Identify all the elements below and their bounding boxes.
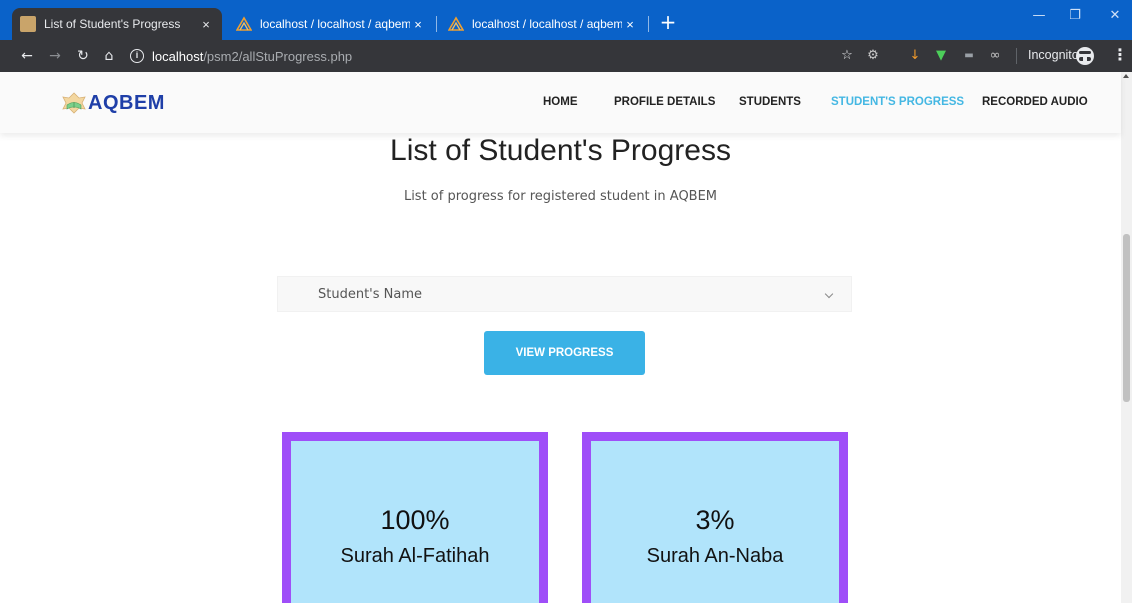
incognito-icon[interactable] bbox=[1076, 47, 1094, 65]
browser-tab[interactable]: localhost / localhost / aqbem / st × bbox=[440, 8, 646, 40]
nav-profile-details[interactable]: PROFILE DETAILS bbox=[614, 96, 715, 108]
progress-card: 3% Surah An-Naba bbox=[582, 432, 848, 603]
nav-recorded-audio[interactable]: RECORDED AUDIO bbox=[982, 96, 1088, 108]
student-name-select[interactable]: Student's Name bbox=[277, 276, 852, 312]
progress-percent: 100% bbox=[380, 505, 450, 535]
toolbar-divider bbox=[1016, 48, 1017, 64]
select-value: Student's Name bbox=[318, 286, 423, 302]
view-progress-button[interactable]: VIEW PROGRESS bbox=[484, 331, 645, 375]
nav-students[interactable]: STUDENTS bbox=[739, 96, 801, 108]
reload-icon[interactable]: ↻ bbox=[74, 47, 92, 65]
page-scrollbar[interactable] bbox=[1121, 72, 1132, 603]
new-tab-button[interactable]: + bbox=[656, 10, 680, 34]
close-tab-icon[interactable]: × bbox=[198, 17, 214, 32]
window-close-icon[interactable]: ✕ bbox=[1100, 8, 1130, 23]
extension-icon[interactable]: ⚙ bbox=[864, 47, 882, 65]
close-tab-icon[interactable]: × bbox=[410, 17, 426, 32]
scrollbar-thumb[interactable] bbox=[1123, 234, 1130, 402]
phpmyadmin-favicon-icon bbox=[235, 16, 253, 32]
progress-card: 100% Surah Al-Fatihah bbox=[282, 432, 548, 603]
home-icon[interactable]: ⌂ bbox=[100, 47, 118, 65]
tab-divider bbox=[436, 16, 437, 32]
back-arrow-icon[interactable]: ← bbox=[18, 47, 36, 65]
incognito-label: Incognito bbox=[1028, 48, 1079, 62]
tab-divider bbox=[648, 16, 649, 32]
logo-text: AQBEM bbox=[88, 91, 165, 114]
browser-tab-bar: List of Student's Progress × localhost /… bbox=[0, 0, 1132, 40]
forward-arrow-icon[interactable]: → bbox=[46, 47, 64, 65]
site-info-icon[interactable]: i bbox=[130, 49, 144, 63]
shield-extension-icon[interactable]: ▼ bbox=[932, 47, 950, 65]
page-title: List of Student's Progress bbox=[390, 134, 731, 167]
tab-title: localhost / localhost / aqbem / st bbox=[472, 17, 622, 31]
browser-tab[interactable]: localhost / localhost / aqbem / to × bbox=[228, 8, 434, 40]
surah-name: Surah An-Naba bbox=[646, 545, 784, 567]
site-logo[interactable]: AQBEM bbox=[60, 90, 165, 116]
page-subtitle: List of progress for registered student … bbox=[403, 189, 718, 204]
minimize-icon[interactable]: — bbox=[1024, 8, 1054, 23]
url-path: /psm2/allStuProgress.php bbox=[203, 48, 353, 64]
extension-icon[interactable]: ▬ bbox=[960, 47, 978, 65]
surah-name: Surah Al-Fatihah bbox=[340, 545, 490, 567]
phpmyadmin-favicon-icon bbox=[447, 16, 465, 32]
address-bar[interactable]: i localhost /psm2/allStuProgress.php bbox=[130, 45, 352, 67]
url-host: localhost bbox=[152, 48, 204, 64]
download-icon[interactable]: ↓ bbox=[906, 47, 924, 65]
nav-home[interactable]: HOME bbox=[543, 96, 578, 108]
bookmark-star-icon[interactable]: ☆ bbox=[838, 47, 856, 65]
progress-percent: 3% bbox=[695, 505, 735, 535]
browser-menu-icon[interactable]: ⋮ bbox=[1112, 46, 1128, 64]
scroll-up-arrow-icon[interactable] bbox=[1123, 74, 1129, 78]
restore-icon[interactable]: ❐ bbox=[1060, 8, 1090, 23]
infinity-extension-icon[interactable]: ∞ bbox=[986, 47, 1004, 65]
tab-title: localhost / localhost / aqbem / to bbox=[260, 17, 410, 31]
tab-title: List of Student's Progress bbox=[44, 17, 181, 31]
browser-toolbar: ← → ↻ ⌂ i localhost /psm2/allStuProgress… bbox=[0, 40, 1132, 72]
close-tab-icon[interactable]: × bbox=[622, 17, 638, 32]
nav-students-progress[interactable]: STUDENT'S PROGRESS bbox=[831, 96, 964, 108]
quran-book-logo-icon bbox=[60, 90, 86, 116]
page-favicon-icon bbox=[20, 16, 36, 32]
browser-tab-active[interactable]: List of Student's Progress × bbox=[12, 8, 222, 40]
